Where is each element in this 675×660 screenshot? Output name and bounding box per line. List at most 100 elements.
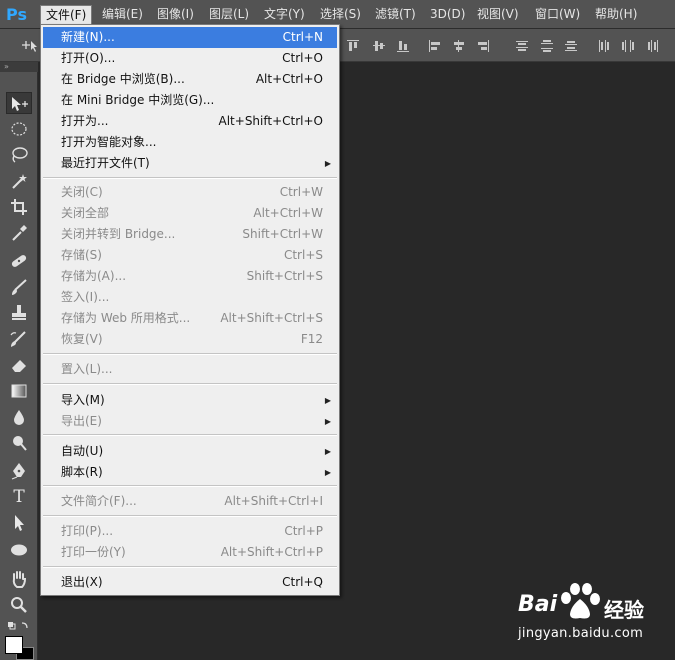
menu-item-save-as[interactable]: 存储为(A)... Shift+Ctrl+S	[43, 266, 337, 287]
menu-item-automate[interactable]: 自动(U) ▶	[43, 441, 337, 462]
eraser-tool[interactable]	[6, 354, 32, 376]
path-selection-tool[interactable]	[6, 512, 32, 534]
menu-item-check-in[interactable]: 签入(I)...	[43, 287, 337, 308]
menu-item-shortcut: Alt+Shift+Ctrl+S	[220, 311, 323, 325]
menu-item-close-and-go-to-bridge[interactable]: 关闭并转到 Bridge... Shift+Ctrl+W	[43, 224, 337, 245]
menu-item-label: 打印(P)...	[61, 524, 114, 538]
menu-item-open-as-smart-object[interactable]: 打开为智能对象...	[43, 132, 337, 153]
menu-item-shortcut: Alt+Shift+Ctrl+I	[224, 494, 323, 508]
type-tool-icon: T	[13, 487, 25, 507]
align-top-icon[interactable]	[346, 39, 360, 53]
menu-item-shortcut: Alt+Shift+Ctrl+P	[220, 545, 323, 559]
distribute-horizontal-center-icon[interactable]	[621, 39, 635, 53]
align-bottom-icon[interactable]	[396, 39, 410, 53]
marquee-tool[interactable]	[6, 118, 32, 140]
history-brush-tool-icon	[10, 331, 26, 347]
menu-item-export[interactable]: 导出(E) ▶	[43, 411, 337, 432]
menu-item-exit[interactable]: 退出(X) Ctrl+Q	[43, 572, 337, 593]
menu-window[interactable]: 窗口(W)	[530, 5, 585, 25]
move-tool[interactable]	[6, 92, 32, 114]
ellipse-tool[interactable]	[6, 539, 32, 561]
pen-tool[interactable]	[6, 460, 32, 482]
eyedropper-tool-icon	[12, 225, 27, 241]
align-left-icon[interactable]	[428, 39, 442, 53]
menu-separator	[43, 353, 337, 355]
menu-item-label: 存储为(A)...	[61, 269, 127, 283]
menu-type[interactable]: 文字(Y)	[259, 5, 310, 25]
menu-item-label: 关闭全部	[61, 206, 110, 220]
baidu-jingyan-watermark: Bai 经验 jingyan.baidu.com	[512, 582, 672, 656]
menu-item-close-all[interactable]: 关闭全部 Alt+Ctrl+W	[43, 203, 337, 224]
menu-item-open-recent[interactable]: 最近打开文件(T) ▶	[43, 153, 337, 174]
tool-preset-picker[interactable]	[20, 36, 42, 54]
distribute-top-icon[interactable]	[515, 39, 529, 53]
align-horizontal-center-icon[interactable]	[452, 39, 466, 53]
foreground-color-swatch[interactable]	[5, 636, 23, 654]
menu-help[interactable]: 帮助(H)	[590, 5, 642, 25]
menu-item-new[interactable]: 新建(N)... Ctrl+N	[43, 27, 337, 48]
distribute-right-icon[interactable]	[646, 39, 660, 53]
healing-brush-tool[interactable]	[6, 250, 32, 272]
baidu-paw-icon	[561, 583, 600, 619]
menu-filter[interactable]: 滤镜(T)	[370, 5, 421, 25]
menu-item-label: 退出(X)	[61, 575, 103, 589]
menu-edit[interactable]: 编辑(E)	[97, 5, 148, 25]
menu-item-save-for-web[interactable]: 存储为 Web 所用格式... Alt+Shift+Ctrl+S	[43, 308, 337, 329]
menu-separator	[43, 515, 337, 517]
clone-stamp-tool[interactable]	[6, 302, 32, 324]
history-brush-tool[interactable]	[6, 328, 32, 350]
menu-item-revert[interactable]: 恢复(V) F12	[43, 329, 337, 350]
type-tool[interactable]: T	[6, 486, 32, 508]
menu-item-shortcut: Ctrl+N	[282, 30, 323, 44]
align-right-icon[interactable]	[476, 39, 490, 53]
menu-item-file-info[interactable]: 文件简介(F)... Alt+Shift+Ctrl+I	[43, 491, 337, 512]
watermark-url: jingyan.baidu.com	[518, 626, 644, 641]
distribute-bottom-icon[interactable]	[564, 39, 578, 53]
menu-item-print-one-copy[interactable]: 打印一份(Y) Alt+Shift+Ctrl+P	[43, 542, 337, 563]
distribute-vertical-center-icon[interactable]	[540, 39, 554, 53]
menu-select[interactable]: 选择(S)	[315, 5, 366, 25]
brush-tool[interactable]	[6, 276, 32, 298]
menu-item-shortcut: Alt+Shift+Ctrl+O	[218, 114, 323, 128]
tools-panel-grip[interactable]: »	[0, 62, 38, 72]
gradient-tool[interactable]	[6, 380, 32, 402]
clone-stamp-tool-icon	[12, 305, 26, 320]
menu-item-place[interactable]: 置入(L)...	[43, 359, 337, 380]
menu-item-label: 导出(E)	[61, 414, 102, 428]
eyedropper-tool[interactable]	[6, 222, 32, 244]
menu-item-close[interactable]: 关闭(C) Ctrl+W	[43, 182, 337, 203]
hand-tool[interactable]	[6, 568, 32, 590]
menu-item-print[interactable]: 打印(P)... Ctrl+P	[43, 521, 337, 542]
menu-3d[interactable]: 3D(D)	[425, 5, 470, 25]
menu-item-import[interactable]: 导入(M) ▶	[43, 390, 337, 411]
menu-item-open[interactable]: 打开(O)... Ctrl+O	[43, 48, 337, 69]
zoom-tool[interactable]	[6, 594, 32, 616]
align-vertical-center-icon[interactable]	[372, 39, 386, 53]
menu-separator	[43, 383, 337, 385]
menu-layer[interactable]: 图层(L)	[204, 5, 254, 25]
menu-item-scripts[interactable]: 脚本(R) ▶	[43, 462, 337, 483]
lasso-tool[interactable]	[6, 144, 32, 166]
blur-tool[interactable]	[6, 406, 32, 428]
distribute-left-icon[interactable]	[597, 39, 611, 53]
menu-item-browse-in-mini-bridge[interactable]: 在 Mini Bridge 中浏览(G)...	[43, 90, 337, 111]
magic-wand-tool[interactable]	[6, 170, 32, 192]
dodge-tool[interactable]	[6, 432, 32, 454]
menu-item-label: 打开为智能对象...	[61, 135, 157, 149]
menu-item-shortcut: Ctrl+P	[284, 524, 323, 538]
menu-view[interactable]: 视图(V)	[472, 5, 524, 25]
menu-separator	[43, 485, 337, 487]
menu-separator	[43, 434, 337, 436]
menu-item-shortcut: Shift+Ctrl+S	[246, 269, 323, 283]
menu-item-browse-in-bridge[interactable]: 在 Bridge 中浏览(B)... Alt+Ctrl+O	[43, 69, 337, 90]
menu-item-save[interactable]: 存储(S) Ctrl+S	[43, 245, 337, 266]
crop-tool[interactable]	[6, 196, 32, 218]
menu-file[interactable]: 文件(F)	[40, 5, 93, 25]
menu-image[interactable]: 图像(I)	[152, 5, 199, 25]
pen-tool-icon	[11, 463, 25, 480]
submenu-arrow-icon: ▶	[324, 159, 331, 168]
menu-item-label: 签入(I)...	[61, 290, 110, 304]
menu-item-label: 存储(S)	[61, 248, 102, 262]
swap-colors-control[interactable]	[6, 618, 32, 632]
menu-item-open-as[interactable]: 打开为... Alt+Shift+Ctrl+O	[43, 111, 337, 132]
